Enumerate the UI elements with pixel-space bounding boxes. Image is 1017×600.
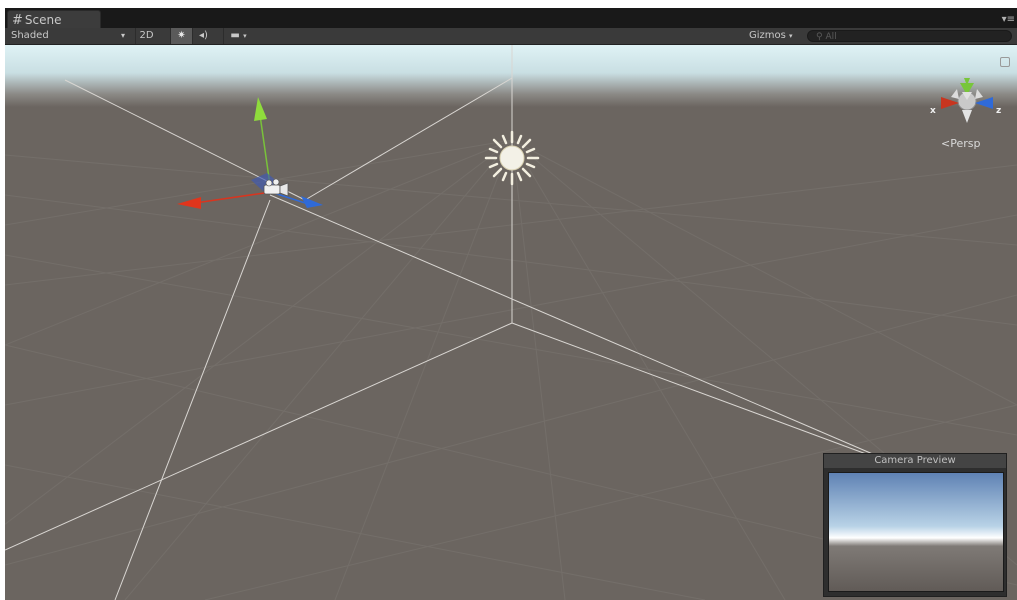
sky-gradient: [5, 45, 1017, 107]
shading-mode-label: Shaded: [11, 30, 49, 41]
z-axis-handle[interactable]: [301, 196, 323, 208]
tab-scene-label: Scene: [24, 13, 62, 27]
camera-preview-image: [828, 472, 1004, 592]
projection-label: Persp: [950, 137, 981, 150]
scene-window: # Scene ▾≡ Shaded ▾ 2D ✷ ◂) ▬ ▾ Gizmos ▾ …: [5, 8, 1017, 600]
lighting-toggle-button[interactable]: ✷: [170, 28, 192, 44]
gizmos-dropdown[interactable]: Gizmos ▾: [749, 28, 793, 44]
search-placeholder: All: [825, 32, 837, 42]
tab-menu-icon[interactable]: ▾≡: [1002, 14, 1015, 25]
world-axes: [5, 45, 951, 600]
gizmo-x-label: x: [930, 106, 936, 116]
camera-icon: [263, 184, 281, 195]
tab-strip: # Scene ▾≡: [5, 8, 1017, 28]
tab-scene[interactable]: # Scene: [7, 10, 101, 28]
sun-icon: ✷: [177, 30, 186, 41]
shading-mode-dropdown[interactable]: Shaded ▾: [7, 29, 129, 43]
gizmo-z-label: z: [996, 106, 1002, 116]
effects-toggle-button[interactable]: ▬ ▾: [223, 28, 253, 44]
camera-preview-title: Camera Preview: [824, 454, 1006, 468]
scene-toolbar: Shaded ▾ 2D ✷ ◂) ▬ ▾ Gizmos ▾ ⚲ All: [5, 28, 1017, 45]
speaker-icon: ◂): [199, 30, 208, 41]
persp-icon: <: [941, 137, 951, 150]
gizmos-label: Gizmos: [749, 30, 786, 41]
lock-icon[interactable]: [1000, 57, 1010, 67]
scene-grid-icon: #: [12, 13, 23, 28]
gizmos-arrow-icon: ▾: [789, 32, 793, 40]
audio-toggle-button[interactable]: ◂): [192, 28, 214, 44]
x-axis-handle[interactable]: [177, 197, 201, 209]
camera-preview-panel: Camera Preview: [823, 453, 1007, 597]
dropdown-arrow-icon: ▾: [120, 31, 125, 40]
toggle-2d-button[interactable]: 2D: [135, 28, 157, 44]
gizmo-neg-y-cone[interactable]: [962, 110, 972, 123]
search-icon: ⚲: [816, 32, 823, 42]
scene-search-input[interactable]: ⚲ All: [807, 30, 1012, 42]
directional-light-gizmo[interactable]: [484, 130, 540, 186]
scene-viewport[interactable]: x z <Persp Camera Preview: [5, 45, 1017, 600]
projection-toggle[interactable]: <Persp: [941, 137, 980, 150]
image-icon: ▬: [230, 30, 240, 41]
effects-dropdown-arrow-icon: ▾: [243, 32, 247, 40]
